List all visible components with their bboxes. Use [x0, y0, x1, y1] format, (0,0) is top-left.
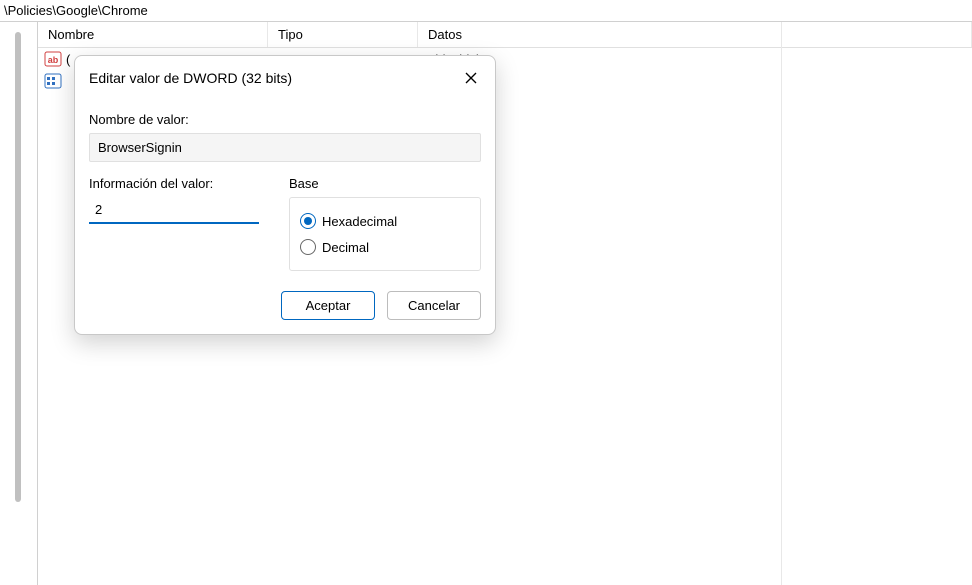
ok-button[interactable]: Aceptar — [281, 291, 375, 320]
radio-icon — [300, 213, 316, 229]
base-label: Base — [289, 176, 481, 191]
column-header-tipo[interactable]: Tipo — [268, 22, 418, 47]
radio-hexadecimal[interactable]: Hexadecimal — [300, 208, 470, 234]
reg-dword-icon — [44, 73, 62, 89]
radio-icon — [300, 239, 316, 255]
address-bar[interactable]: \Policies\Google\Chrome — [0, 0, 972, 22]
value-data-input[interactable] — [89, 197, 259, 224]
column-header-datos[interactable]: Datos — [418, 22, 972, 47]
base-group: Hexadecimal Decimal — [289, 197, 481, 271]
value-name-label: Nombre de valor: — [89, 112, 481, 127]
base-column: Base Hexadecimal Decimal — [289, 176, 481, 271]
list-header: Nombre Tipo Datos — [38, 22, 972, 48]
radio-decimal[interactable]: Decimal — [300, 234, 470, 260]
reg-string-icon: ab — [44, 51, 62, 67]
radio-dec-label: Decimal — [322, 240, 369, 255]
row-datos: 0 (0) — [418, 74, 972, 89]
cancel-button[interactable]: Cancelar — [387, 291, 481, 320]
svg-text:ab: ab — [48, 55, 59, 65]
value-data-label: Información del valor: — [89, 176, 259, 191]
value-data-column: Información del valor: — [89, 176, 259, 224]
dialog-buttons: Aceptar Cancelar — [89, 291, 481, 320]
vertical-divider — [781, 22, 782, 585]
edit-dword-dialog: Editar valor de DWORD (32 bits) Nombre d… — [74, 55, 496, 335]
value-name-input[interactable] — [89, 133, 481, 162]
radio-hex-label: Hexadecimal — [322, 214, 397, 229]
column-header-nombre[interactable]: Nombre — [38, 22, 268, 47]
close-icon[interactable] — [461, 68, 481, 88]
tree-scrollbar[interactable] — [15, 32, 21, 502]
dialog-titlebar[interactable]: Editar valor de DWORD (32 bits) — [75, 56, 495, 98]
dialog-title: Editar valor de DWORD (32 bits) — [89, 70, 292, 86]
tree-pane[interactable] — [0, 22, 38, 585]
row-datos: stablecido) — [418, 52, 972, 67]
address-path: \Policies\Google\Chrome — [4, 3, 148, 18]
dialog-body: Nombre de valor: Información del valor: … — [75, 98, 495, 334]
